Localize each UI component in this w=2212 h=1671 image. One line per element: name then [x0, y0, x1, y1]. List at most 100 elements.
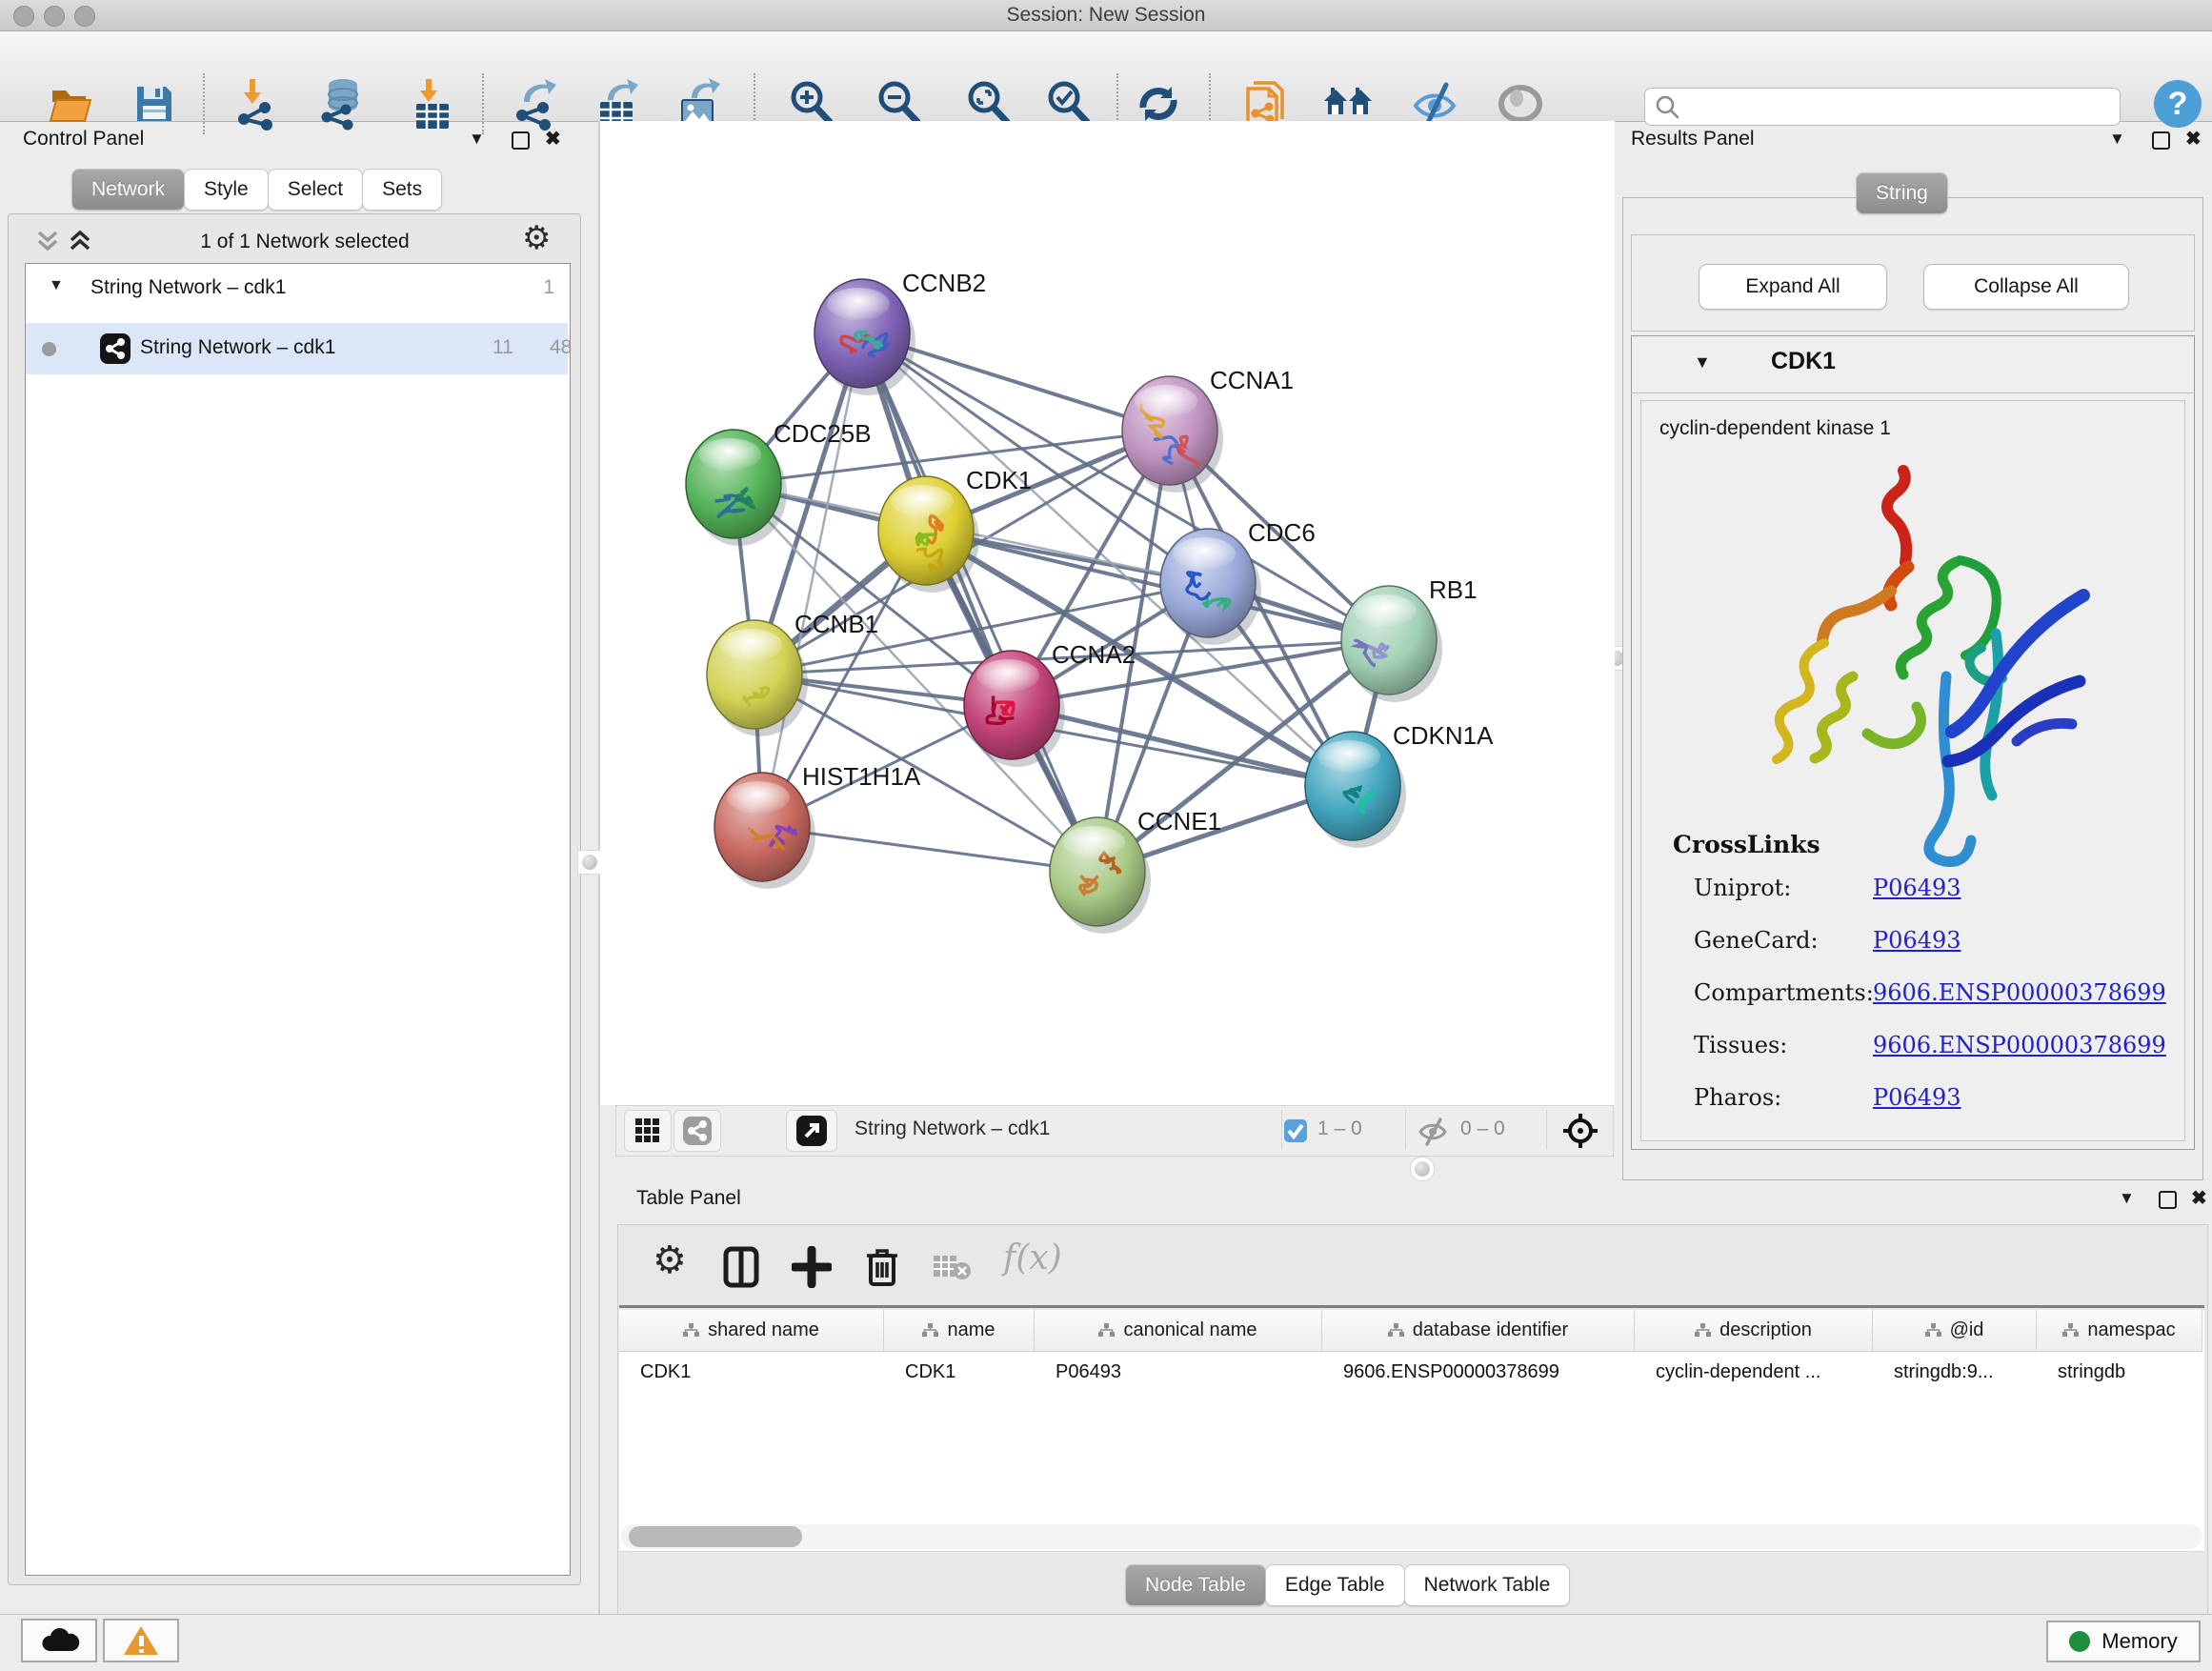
control-panel-float-icon[interactable] — [512, 131, 530, 150]
search-field[interactable] — [1644, 88, 2121, 126]
save-session-button[interactable] — [126, 75, 183, 132]
import-network-file-button[interactable] — [229, 75, 286, 132]
control-panel-close-icon[interactable]: ✖ — [545, 127, 561, 151]
add-column-icon[interactable] — [792, 1246, 832, 1288]
cloud-status-button[interactable] — [21, 1619, 97, 1662]
node-label-CCNA2: CCNA2 — [1052, 640, 1136, 669]
selected-node-edge-counts: 1 – 0 — [1317, 1117, 1362, 1140]
help-button[interactable]: ? — [2149, 75, 2206, 132]
results-panel-close-icon[interactable]: ✖ — [2185, 127, 2202, 151]
tab-select[interactable]: Select — [268, 169, 363, 211]
delete-column-trash-icon[interactable] — [864, 1244, 900, 1288]
import-network-database-button[interactable] — [314, 75, 372, 132]
node-CCNE1[interactable]: CCNE1 — [1050, 807, 1221, 934]
open-session-button[interactable] — [43, 75, 100, 132]
search-input[interactable] — [1685, 91, 2108, 121]
selected-checkbox-icon[interactable] — [1283, 1118, 1308, 1143]
network-share-view-button[interactable] — [674, 1110, 721, 1152]
warnings-button[interactable] — [103, 1619, 179, 1662]
tab-sets[interactable]: Sets — [362, 169, 442, 211]
crosslink-value-link[interactable]: 9606.ENSP00000378699 — [1873, 1032, 2166, 1058]
tree-expander-icon[interactable]: ▼ — [49, 277, 64, 294]
crosslink-value-link[interactable]: P06493 — [1873, 1084, 1961, 1111]
export-network-button[interactable] — [507, 75, 564, 132]
crosslinks-list: Uniprot:P06493GeneCard:P06493Compartment… — [1694, 875, 2180, 1137]
results-panel-float-icon[interactable] — [2152, 131, 2170, 150]
tab-edge-table[interactable]: Edge Table — [1265, 1564, 1405, 1606]
table-header-row: shared namenamecanonical namedatabase id… — [619, 1310, 2204, 1352]
delete-table-icon — [933, 1252, 973, 1282]
edge-CCNB2-CCNE1[interactable] — [862, 333, 1097, 872]
table-cell[interactable]: CDK1 — [619, 1352, 884, 1392]
expand-all-networks-icon[interactable] — [67, 227, 93, 255]
table-hscrollbar-track[interactable] — [621, 1524, 2202, 1549]
column-header-6[interactable]: namespac — [2037, 1310, 2202, 1352]
network-canvas[interactable]: CCNB2 CCNA1 CDC25BCDK1 CDC6RB1 CCNB1 CCNA2 CDK… — [600, 121, 1615, 1105]
column-header-3[interactable]: database identifier — [1322, 1310, 1635, 1352]
column-header-1[interactable]: name — [884, 1310, 1035, 1352]
network-selection-status: 1 of 1 Network selected — [124, 231, 486, 253]
memory-button[interactable]: Memory — [2046, 1621, 2201, 1662]
column-header-label: @id — [1950, 1319, 1984, 1341]
bottom-splitter-handle[interactable] — [1410, 1157, 1435, 1181]
table-cell[interactable]: stringdb:9... — [1873, 1352, 2037, 1392]
column-header-0[interactable]: shared name — [619, 1310, 884, 1352]
network-options-gear-icon[interactable]: ⚙ — [522, 219, 551, 257]
table-cell[interactable]: 9606.ENSP00000378699 — [1322, 1352, 1635, 1392]
table-panel-collapse-icon[interactable]: ▼ — [2119, 1189, 2135, 1208]
left-splitter-handle[interactable] — [577, 850, 602, 875]
table-cell[interactable]: cyclin-dependent ... — [1635, 1352, 1873, 1392]
node-RB1[interactable]: RB1 — [1341, 575, 1478, 702]
crosslinks-heading: CrossLinks — [1673, 831, 1820, 858]
expand-all-button[interactable]: Expand All — [1699, 264, 1887, 310]
crosslink-value-link[interactable]: P06493 — [1873, 875, 1961, 901]
tab-network-table[interactable]: Network Table — [1404, 1564, 1571, 1606]
table-panel-close-icon[interactable]: ✖ — [2191, 1186, 2207, 1210]
show-columns-icon[interactable] — [723, 1246, 761, 1288]
tab-style[interactable]: Style — [184, 169, 269, 211]
column-header-5[interactable]: @id — [1873, 1310, 2037, 1352]
crosslink-row: Compartments:9606.ENSP00000378699 — [1694, 979, 2180, 1032]
column-header-4[interactable]: description — [1635, 1310, 1873, 1352]
table-cell[interactable]: CDK1 — [884, 1352, 1035, 1392]
table-cell[interactable]: P06493 — [1035, 1352, 1322, 1392]
table-options-gear-icon[interactable]: ⚙ — [653, 1238, 687, 1282]
crosslink-label: Uniprot: — [1694, 875, 1873, 901]
node-CCNB2[interactable]: CCNB2 — [814, 269, 986, 395]
protein-expander-icon[interactable]: ▼ — [1694, 352, 1711, 372]
node-CCNA1[interactable]: CCNA1 — [1122, 366, 1294, 493]
node-CCNB1[interactable]: CCNB1 — [707, 610, 878, 736]
import-network-icon — [232, 77, 282, 131]
collapse-all-networks-icon[interactable] — [34, 227, 61, 255]
table-row[interactable]: CDK1CDK1P064939606.ENSP00000378699cyclin… — [619, 1352, 2204, 1392]
tab-string[interactable]: String — [1856, 172, 1948, 214]
node-CDC25B[interactable]: CDC25B — [686, 419, 872, 546]
table-panel-float-icon[interactable] — [2159, 1191, 2177, 1209]
edge-CCNB2-HIST1H1A[interactable] — [762, 333, 862, 827]
collapse-all-button[interactable]: Collapse All — [1923, 264, 2129, 310]
network-collection-row[interactable]: ▼ String Network – cdk1 1 — [26, 264, 570, 313]
table-cell[interactable]: stringdb — [2037, 1352, 2202, 1392]
control-panel-collapse-icon[interactable]: ▼ — [469, 130, 485, 149]
column-header-2[interactable]: canonical name — [1035, 1310, 1322, 1352]
node-HIST1H1A[interactable]: HIST1H1A — [714, 762, 921, 889]
results-panel-collapse-icon[interactable]: ▼ — [2109, 130, 2125, 149]
network-graph[interactable]: CCNB2 CCNA1 CDC25BCDK1 CDC6RB1 CCNB1 CCNA2 CDK… — [600, 121, 1615, 1105]
crosslink-value-link[interactable]: 9606.ENSP00000378699 — [1873, 979, 2166, 1006]
tab-network[interactable]: Network — [71, 169, 185, 211]
table-hscrollbar-thumb[interactable] — [629, 1526, 802, 1547]
tab-node-table[interactable]: Node Table — [1125, 1564, 1266, 1606]
svg-text:?: ? — [2168, 86, 2188, 122]
node-CDK1[interactable]: CDK1 — [878, 466, 1032, 593]
crosslink-value-link[interactable]: P06493 — [1873, 927, 1961, 954]
node-CDKN1A[interactable]: CDKN1A — [1305, 721, 1494, 848]
network-row-selected[interactable]: String Network – cdk1 11 48 — [26, 323, 568, 374]
grid-view-button[interactable] — [624, 1110, 672, 1152]
open-view-in-window-button[interactable] — [786, 1110, 837, 1152]
birdseye-view-icon[interactable] — [1561, 1112, 1599, 1150]
node-CDC6[interactable]: CDC6 — [1160, 518, 1316, 645]
search-icon — [1653, 92, 1681, 121]
import-table-file-button[interactable] — [404, 75, 461, 132]
import-table-icon — [409, 77, 456, 131]
protein-name[interactable]: CDK1 — [1771, 348, 1836, 375]
